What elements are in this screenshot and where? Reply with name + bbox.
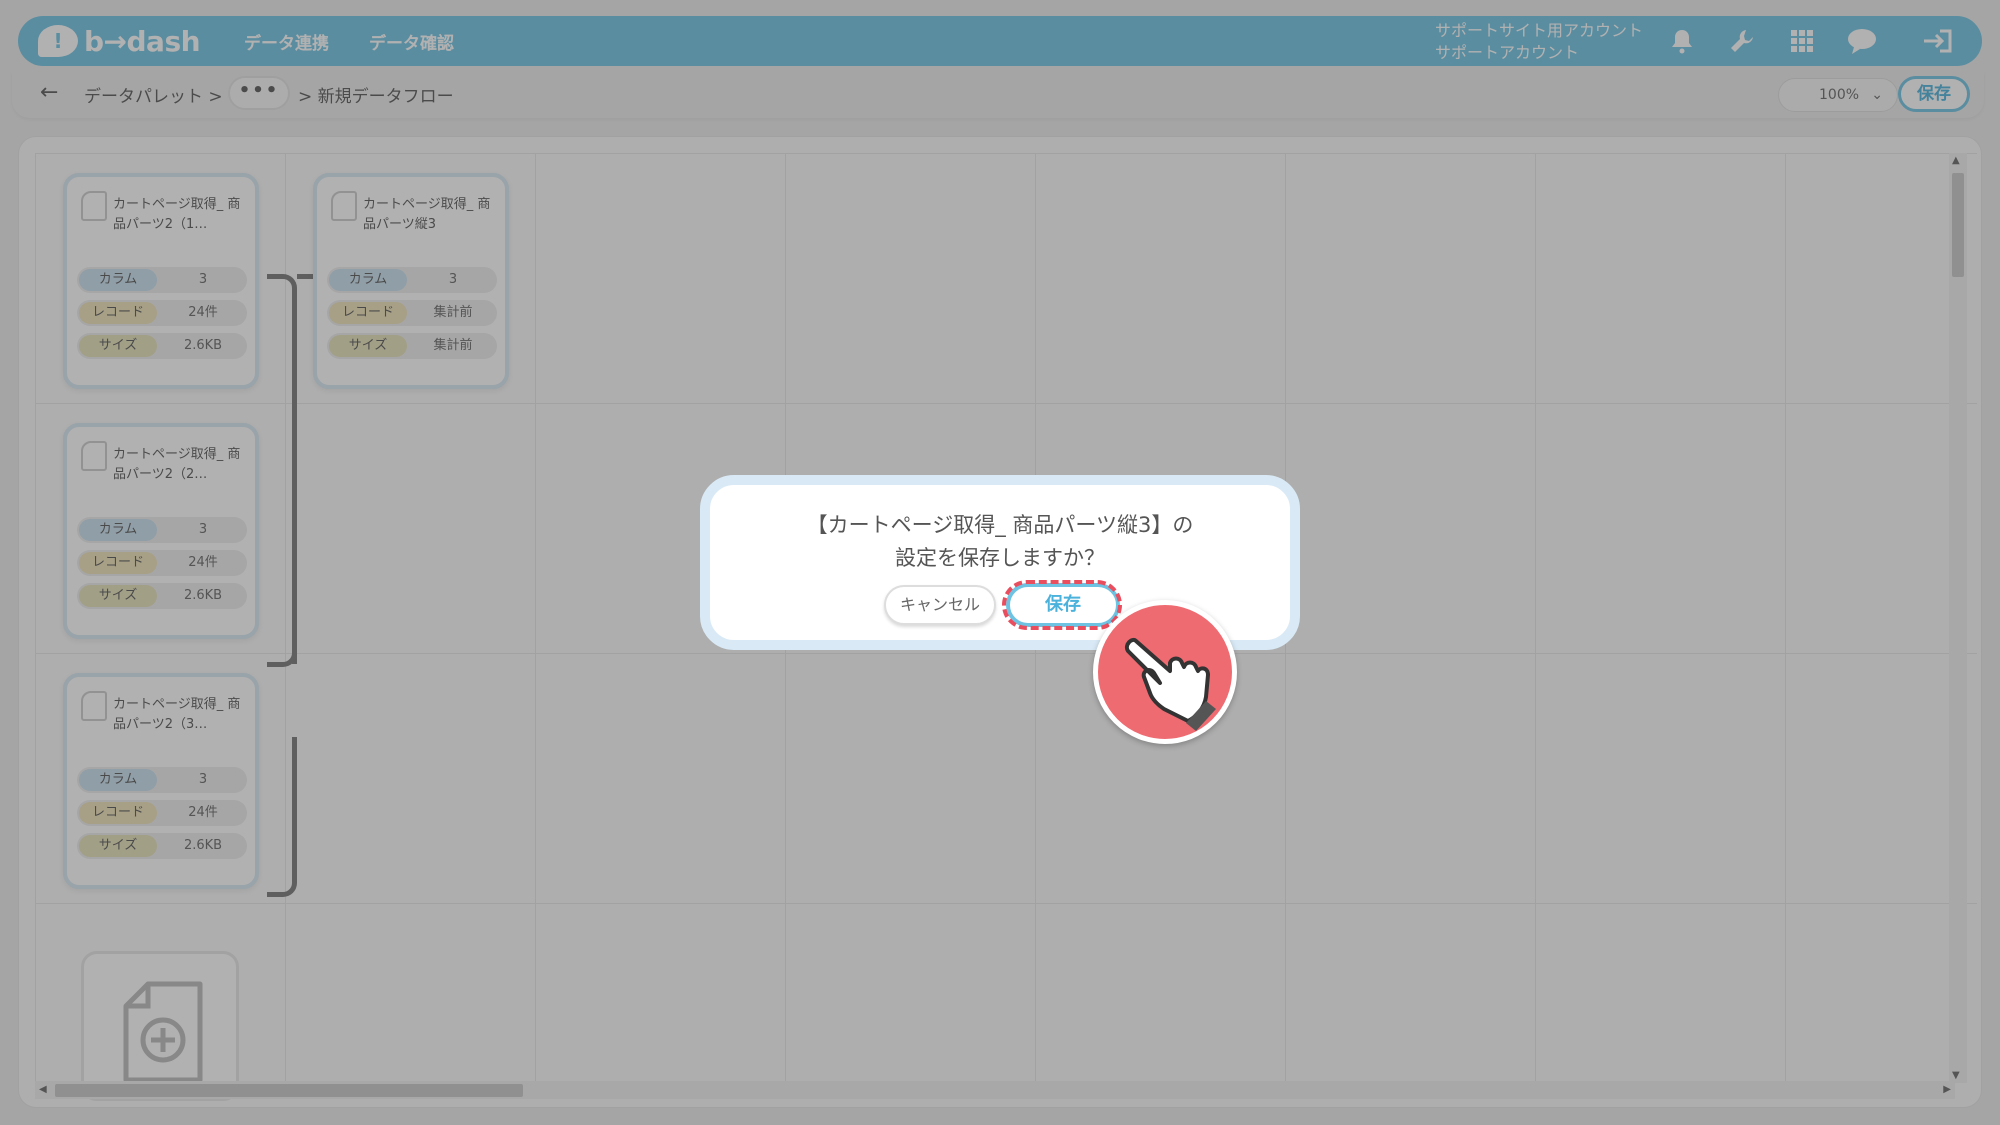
dialog-message-line2: 設定を保存しますか？ [895, 546, 1105, 570]
dialog-message: 【カートページ取得_ 商品パーツ縦3】の 設定を保存しますか？ [710, 509, 1290, 575]
pointing-hand-icon [1093, 600, 1237, 744]
dialog-message-line1: 【カートページ取得_ 商品パーツ縦3】の [806, 513, 1194, 537]
cancel-button[interactable]: キャンセル [884, 585, 996, 625]
